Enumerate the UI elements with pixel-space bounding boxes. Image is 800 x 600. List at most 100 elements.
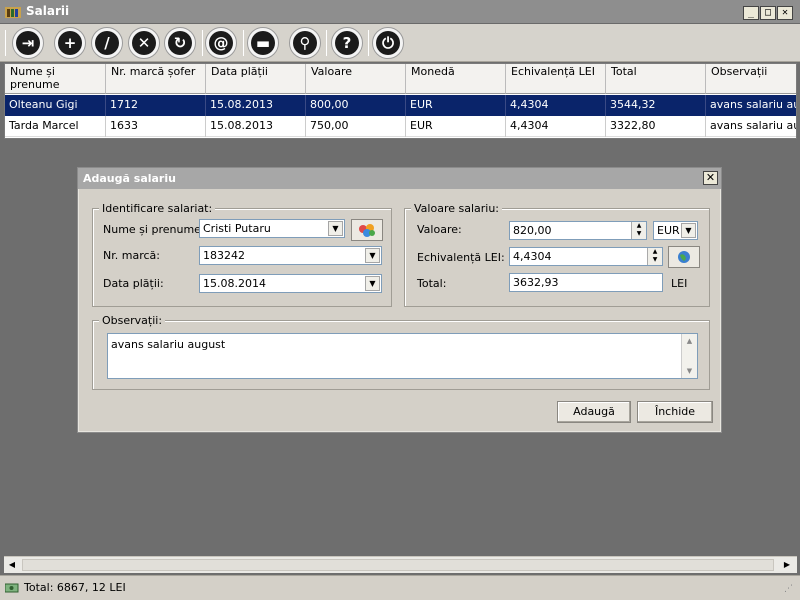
chevron-down-icon[interactable]: ▼ xyxy=(328,221,343,236)
window-title: Salarii xyxy=(26,4,70,18)
resize-grip-icon[interactable]: ⋰ xyxy=(784,584,793,594)
select-employee-button[interactable] xyxy=(351,219,383,241)
column-header[interactable]: Valoare xyxy=(306,64,406,94)
search-icon: ⚲ xyxy=(293,31,317,55)
total-field: 3632,93 xyxy=(509,273,663,292)
value-label: Valoare: xyxy=(417,223,462,236)
toolbar-separator xyxy=(368,30,369,56)
total-unit: LEI xyxy=(671,277,688,290)
group-title: Identificare salariat: xyxy=(99,202,216,215)
edit-button[interactable]: / xyxy=(91,27,123,59)
name-label: Nume și prenume: xyxy=(103,223,205,236)
money-icon xyxy=(5,583,19,593)
chevron-down-icon[interactable]: ▼ xyxy=(365,248,380,263)
horizontal-scrollbar[interactable]: ◀ ▶ xyxy=(4,556,797,573)
toolbar-separator xyxy=(202,30,203,56)
date-label: Data plății: xyxy=(103,277,164,290)
close-button[interactable]: ✕ xyxy=(777,6,793,20)
maximize-button[interactable]: □ xyxy=(760,6,776,20)
column-header[interactable]: Total xyxy=(606,64,706,94)
help-icon: ? xyxy=(335,31,359,55)
add-button[interactable]: Adaugă xyxy=(557,401,631,423)
table-cell: avans salariu aug... xyxy=(706,116,796,137)
scroll-right-icon[interactable]: ▶ xyxy=(779,557,795,573)
exchange-rate-button[interactable] xyxy=(668,246,700,268)
print-button[interactable]: ▬ xyxy=(247,27,279,59)
table-row-selected[interactable]: Olteanu Gigi 1712 15.08.2013 800,00 EUR … xyxy=(5,95,796,116)
column-header[interactable]: Nume și prenume xyxy=(5,64,106,94)
chevron-down-icon[interactable]: ▼ xyxy=(681,223,696,238)
email-icon: @ xyxy=(209,31,233,55)
table-cell: EUR xyxy=(406,95,506,116)
globe-icon xyxy=(678,251,690,263)
group-title: Valoare salariu: xyxy=(411,202,503,215)
delete-icon: ✕ xyxy=(132,31,156,55)
app-icon xyxy=(5,7,21,18)
column-header[interactable]: Observații xyxy=(706,64,796,94)
name-combobox[interactable]: Cristi Putaru ▼ xyxy=(199,219,345,238)
close-dialog-button[interactable]: Închide xyxy=(637,401,713,423)
spin-buttons[interactable]: ▲ ▼ xyxy=(647,248,662,265)
search-button[interactable]: ⚲ xyxy=(289,27,321,59)
value-spinner[interactable]: 820,00 ▲ ▼ xyxy=(509,221,647,240)
table-cell: 3322,80 xyxy=(606,116,706,137)
people-icon xyxy=(359,224,375,237)
toolbar-separator xyxy=(243,30,244,56)
toolbar-separator xyxy=(5,30,6,56)
lei-spinner[interactable]: 4,4304 ▲ ▼ xyxy=(509,247,663,266)
delete-button[interactable]: ✕ xyxy=(128,27,160,59)
dialog-title: Adaugă salariu xyxy=(83,172,176,185)
notes-textarea[interactable]: avans salariu august ▲ ▼ xyxy=(107,333,698,379)
column-header[interactable]: Monedă xyxy=(406,64,506,94)
table-cell: 1712 xyxy=(106,95,206,116)
email-button[interactable]: @ xyxy=(205,27,237,59)
add-button[interactable]: + xyxy=(54,27,86,59)
table-cell: 800,00 xyxy=(306,95,406,116)
toolbar: ⇥ + / ✕ ↻ @ ▬ ⚲ ? ⏻ xyxy=(0,24,800,62)
currency-combobox[interactable]: EUR ▼ xyxy=(653,221,698,240)
help-button[interactable]: ? xyxy=(331,27,363,59)
column-header[interactable]: Nr. marcă șofer xyxy=(106,64,206,94)
mark-combobox[interactable]: 183242 ▼ xyxy=(199,246,382,265)
chevron-down-icon[interactable]: ▼ xyxy=(365,276,380,291)
salary-grid[interactable]: Nume și prenume Nr. marcă șofer Data plă… xyxy=(4,63,797,139)
scroll-thumb[interactable] xyxy=(22,559,774,571)
minimize-button[interactable]: _ xyxy=(743,6,759,20)
refresh-icon: ↻ xyxy=(168,31,192,55)
spin-buttons[interactable]: ▲ ▼ xyxy=(631,222,646,239)
refresh-button[interactable]: ↻ xyxy=(164,27,196,59)
notes-group: Observații: avans salariu august ▲ ▼ xyxy=(92,314,710,390)
column-header[interactable]: Data plății xyxy=(206,64,306,94)
table-row[interactable]: Tarda Marcel 1633 15.08.2013 750,00 EUR … xyxy=(5,116,796,137)
add-salary-dialog: Adaugă salariu ✕ Identificare salariat: … xyxy=(77,167,722,433)
status-bar: Total: 6867, 12 LEI ⋰ xyxy=(0,575,800,600)
table-cell: 750,00 xyxy=(306,116,406,137)
table-cell: Olteanu Gigi xyxy=(5,95,106,116)
table-cell: 4,4304 xyxy=(506,116,606,137)
window-title-bar: Salarii _ □ ✕ xyxy=(0,0,800,24)
table-cell: avans salariu aug... xyxy=(706,95,796,116)
lei-label: Echivalență LEI: xyxy=(417,251,505,264)
salary-group: Valoare salariu: Valoare: 820,00 ▲ ▼ EUR … xyxy=(404,202,710,307)
table-cell: 3544,32 xyxy=(606,95,706,116)
total-label: Total: xyxy=(417,277,447,290)
table-cell: Tarda Marcel xyxy=(5,116,106,137)
date-picker[interactable]: 15.08.2014 ▼ xyxy=(199,274,382,293)
table-cell: 15.08.2013 xyxy=(206,116,306,137)
notes-scrollbar[interactable]: ▲ ▼ xyxy=(681,334,697,378)
power-icon: ⏻ xyxy=(376,31,400,55)
status-total: Total: 6867, 12 LEI xyxy=(24,581,126,594)
table-cell: 4,4304 xyxy=(506,95,606,116)
employee-group: Identificare salariat: Nume și prenume: … xyxy=(92,202,392,307)
dialog-close-button[interactable]: ✕ xyxy=(703,171,718,185)
table-cell: 15.08.2013 xyxy=(206,95,306,116)
exit-button[interactable]: ⇥ xyxy=(12,27,44,59)
scroll-left-icon[interactable]: ◀ xyxy=(4,557,20,573)
print-icon: ▬ xyxy=(251,31,275,55)
column-header[interactable]: Echivalență LEI xyxy=(506,64,606,94)
mark-label: Nr. marcă: xyxy=(103,249,160,262)
table-cell: 1633 xyxy=(106,116,206,137)
group-title: Observații: xyxy=(99,314,166,327)
power-button[interactable]: ⏻ xyxy=(372,27,404,59)
exit-icon: ⇥ xyxy=(16,31,40,55)
